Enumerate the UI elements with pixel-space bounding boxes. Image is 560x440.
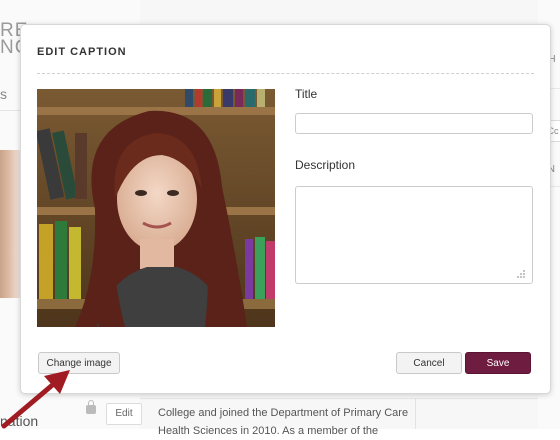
title-input[interactable] — [295, 113, 533, 134]
background-nav-divider — [0, 110, 20, 111]
modal-title: EDIT CAPTION — [37, 46, 127, 58]
caption-image — [37, 89, 275, 327]
resize-grip-icon[interactable] — [516, 269, 526, 279]
background-profile-photo — [0, 150, 20, 298]
background-bio-line: Health Sciences in 2010. As a member of … — [158, 425, 379, 437]
description-label: Description — [295, 158, 356, 172]
background-bio-text: College and joined the Department of Pri… — [158, 404, 418, 440]
background-divider — [140, 398, 538, 399]
description-textarea[interactable] — [295, 186, 533, 284]
background-divider — [415, 398, 416, 429]
background-nav-item[interactable]: s — [0, 86, 7, 102]
cancel-button[interactable]: Cancel — [396, 352, 462, 374]
edit-caption-modal: EDIT CAPTION Title Description Change im… — [20, 24, 551, 394]
annotation-arrow-icon — [1, 370, 70, 429]
save-button[interactable]: Save — [465, 352, 531, 374]
background-bio-line: College and joined the Department of Pri… — [158, 407, 409, 419]
title-label: Title — [295, 87, 318, 101]
modal-divider — [37, 73, 534, 74]
portrait-photo — [37, 89, 275, 327]
lock-icon — [86, 400, 96, 414]
background-edit-button[interactable]: Edit — [106, 403, 142, 425]
